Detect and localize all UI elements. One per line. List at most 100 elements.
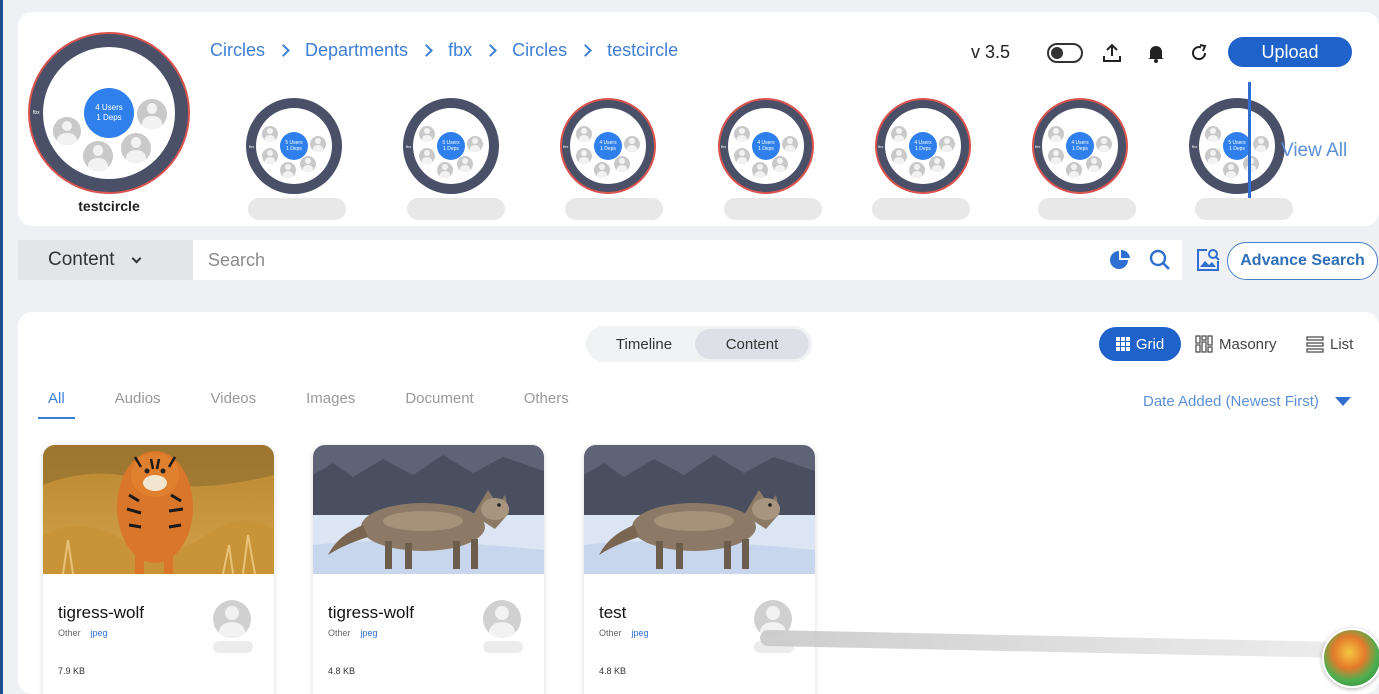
card-type: Other xyxy=(599,628,622,638)
floating-widget-button[interactable] xyxy=(1322,628,1379,688)
member-avatar xyxy=(1203,146,1223,166)
chevron-right-icon xyxy=(579,44,592,57)
search-input[interactable] xyxy=(193,240,1182,280)
refresh-icon[interactable] xyxy=(1188,42,1210,64)
theme-toggle-icon[interactable] xyxy=(1047,43,1083,63)
circle-tag: fbx xyxy=(721,144,727,149)
version-label: v 3.5 xyxy=(971,42,1011,62)
wolf-image xyxy=(313,445,544,574)
sub-circle-name-placeholder xyxy=(565,198,663,220)
tab-all[interactable]: All xyxy=(38,390,75,419)
deps-count: 1 Deps xyxy=(286,146,302,152)
circle-stats-hub: 4 Users 1 Deps xyxy=(1066,132,1094,160)
card-thumbnail[interactable] xyxy=(584,445,815,574)
view-all-link[interactable]: View All xyxy=(1281,140,1347,162)
carousel-scroll-indicator xyxy=(1248,82,1251,198)
sub-circle[interactable]: 4 Users 1 Deps fbx xyxy=(1032,98,1128,194)
sort-dropdown[interactable]: Date Added (Newest First) xyxy=(1143,393,1351,410)
tiger-image xyxy=(43,445,274,574)
card-extension: jpeg xyxy=(90,628,108,638)
member-avatar xyxy=(889,124,909,144)
chevron-right-icon xyxy=(420,44,433,57)
content-card[interactable]: test Other jpeg 4.8 KB xyxy=(584,445,815,694)
grid-view-label: Grid xyxy=(1135,335,1165,353)
member-avatar xyxy=(308,134,328,154)
card-title: tigress-wolf xyxy=(328,603,414,622)
search-icon[interactable] xyxy=(1148,248,1172,272)
main-circle[interactable]: 4 Users 1 Deps fbx xyxy=(28,32,190,194)
tab-timeline[interactable]: Timeline xyxy=(589,329,699,359)
chevron-right-icon xyxy=(484,44,497,57)
tab-document[interactable]: Document xyxy=(395,390,483,419)
sub-circle-name-placeholder xyxy=(724,198,822,220)
sub-circle-name-placeholder xyxy=(872,198,970,220)
breadcrumb-item[interactable]: Circles xyxy=(512,40,567,61)
content-card[interactable]: tigress-wolf Other jpeg 4.8 KB xyxy=(313,445,544,694)
sub-circle[interactable]: 4 Users 1 Deps fbx xyxy=(560,98,656,194)
content-card[interactable]: tigress-wolf Other jpeg 7.9 KB xyxy=(43,445,274,694)
deps-count: 1 Deps xyxy=(1229,146,1245,152)
sub-circle[interactable]: 4 Users 1 Deps fbx xyxy=(875,98,971,194)
tab-videos[interactable]: Videos xyxy=(201,390,267,419)
sub-circle[interactable]: 5 Users 1 Deps fbx xyxy=(403,98,499,194)
tab-content[interactable]: Content xyxy=(695,329,809,359)
tab-others[interactable]: Others xyxy=(514,390,579,419)
member-avatar xyxy=(51,115,83,147)
card-meta: Other jpeg xyxy=(599,628,649,638)
sub-circle[interactable]: 5 Users 1 Deps fbx xyxy=(1189,98,1285,194)
masonry-view-button[interactable]: Masonry xyxy=(1195,335,1277,353)
member-avatar xyxy=(278,160,298,180)
sub-circle[interactable]: 4 Users 1 Deps fbx xyxy=(718,98,814,194)
sub-circle[interactable]: 5 Users 1 Deps fbx xyxy=(246,98,342,194)
member-avatar xyxy=(1046,124,1066,144)
member-avatar xyxy=(1221,160,1241,180)
sub-circle-name-placeholder xyxy=(1038,198,1136,220)
masonry-icon xyxy=(1195,335,1213,353)
advance-search-button[interactable]: Advance Search xyxy=(1227,242,1378,280)
member-avatar xyxy=(732,124,752,144)
breadcrumb-item-current[interactable]: testcircle xyxy=(607,40,678,61)
image-search-icon[interactable] xyxy=(1195,247,1221,273)
grid-view-button[interactable]: Grid xyxy=(1099,327,1181,361)
card-thumbnail[interactable] xyxy=(43,445,274,574)
member-avatar xyxy=(907,160,927,180)
circle-tag: fbx xyxy=(878,144,884,149)
tab-audios[interactable]: Audios xyxy=(105,390,171,419)
breadcrumb-item[interactable]: Circles xyxy=(210,40,265,61)
member-avatar xyxy=(937,134,957,154)
breadcrumb-item[interactable]: fbx xyxy=(448,40,472,61)
member-avatar xyxy=(119,131,153,165)
sub-circle-name-placeholder xyxy=(248,198,346,220)
sub-circle-name-placeholder xyxy=(1195,198,1293,220)
list-view-label: List xyxy=(1330,335,1354,353)
pie-chart-icon[interactable] xyxy=(1108,248,1132,272)
breadcrumb-item[interactable]: Departments xyxy=(305,40,408,61)
card-thumbnail[interactable] xyxy=(313,445,544,574)
tab-images[interactable]: Images xyxy=(296,390,365,419)
member-avatar xyxy=(417,146,437,166)
upload-button[interactable]: Upload xyxy=(1228,37,1352,67)
list-view-button[interactable]: List xyxy=(1306,335,1353,353)
owner-avatar[interactable] xyxy=(483,600,521,638)
bell-icon[interactable] xyxy=(1145,42,1167,64)
member-avatar xyxy=(465,134,485,154)
member-avatar xyxy=(260,124,280,144)
member-avatar xyxy=(622,134,642,154)
deps-count: 1 Deps xyxy=(915,146,931,152)
deps-count: 1 Deps xyxy=(758,146,774,152)
card-file-size: 4.8 KB xyxy=(328,666,356,676)
share-upload-icon[interactable] xyxy=(1101,42,1123,64)
card-file-size: 7.9 KB xyxy=(58,666,86,676)
deps-count: 1 Deps xyxy=(96,113,122,122)
left-edge-strip xyxy=(0,0,3,694)
member-avatar xyxy=(1064,160,1084,180)
breadcrumb: Circles Departments fbx Circles testcirc… xyxy=(210,40,678,61)
member-avatar xyxy=(260,146,280,166)
timeline-content-toggle: Timeline Content xyxy=(586,326,812,362)
masonry-view-label: Masonry xyxy=(1219,335,1277,353)
circle-stats-hub: 5 Users 1 Deps xyxy=(1223,132,1251,160)
circle-stats-hub: 5 Users 1 Deps xyxy=(280,132,308,160)
member-avatar xyxy=(135,97,169,131)
search-scope-select[interactable]: Content xyxy=(18,240,193,280)
owner-avatar[interactable] xyxy=(213,600,251,638)
